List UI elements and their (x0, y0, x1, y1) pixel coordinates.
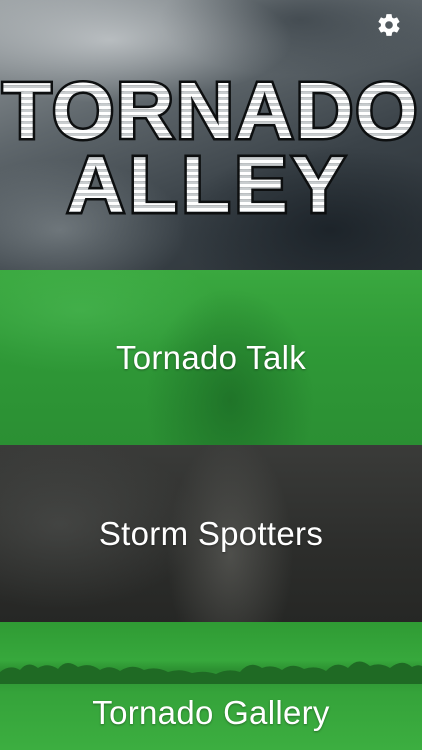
menu-item-tornado-talk[interactable]: Tornado Talk (0, 270, 422, 445)
settings-button[interactable] (376, 12, 402, 38)
menu-item-label: Tornado Gallery (92, 694, 330, 731)
app-screen: TORNADO ALLEY Tornado Talk Storm Spotter… (0, 0, 422, 750)
menu-item-storm-spotters[interactable]: Storm Spotters (0, 445, 422, 622)
menu-item-label: Storm Spotters (98, 514, 324, 552)
menu-item-tornado-gallery[interactable]: Tornado Gallery (0, 622, 422, 750)
logo-line-2: ALLEY (67, 140, 349, 220)
logo-wordmark: TORNADO ALLEY (0, 70, 420, 220)
gear-icon (378, 14, 400, 36)
app-logo: TORNADO ALLEY (0, 70, 422, 220)
treeline-decoration (0, 650, 422, 684)
header-storm-background: TORNADO ALLEY (0, 0, 422, 270)
menu-item-label: Tornado Talk (115, 338, 307, 376)
